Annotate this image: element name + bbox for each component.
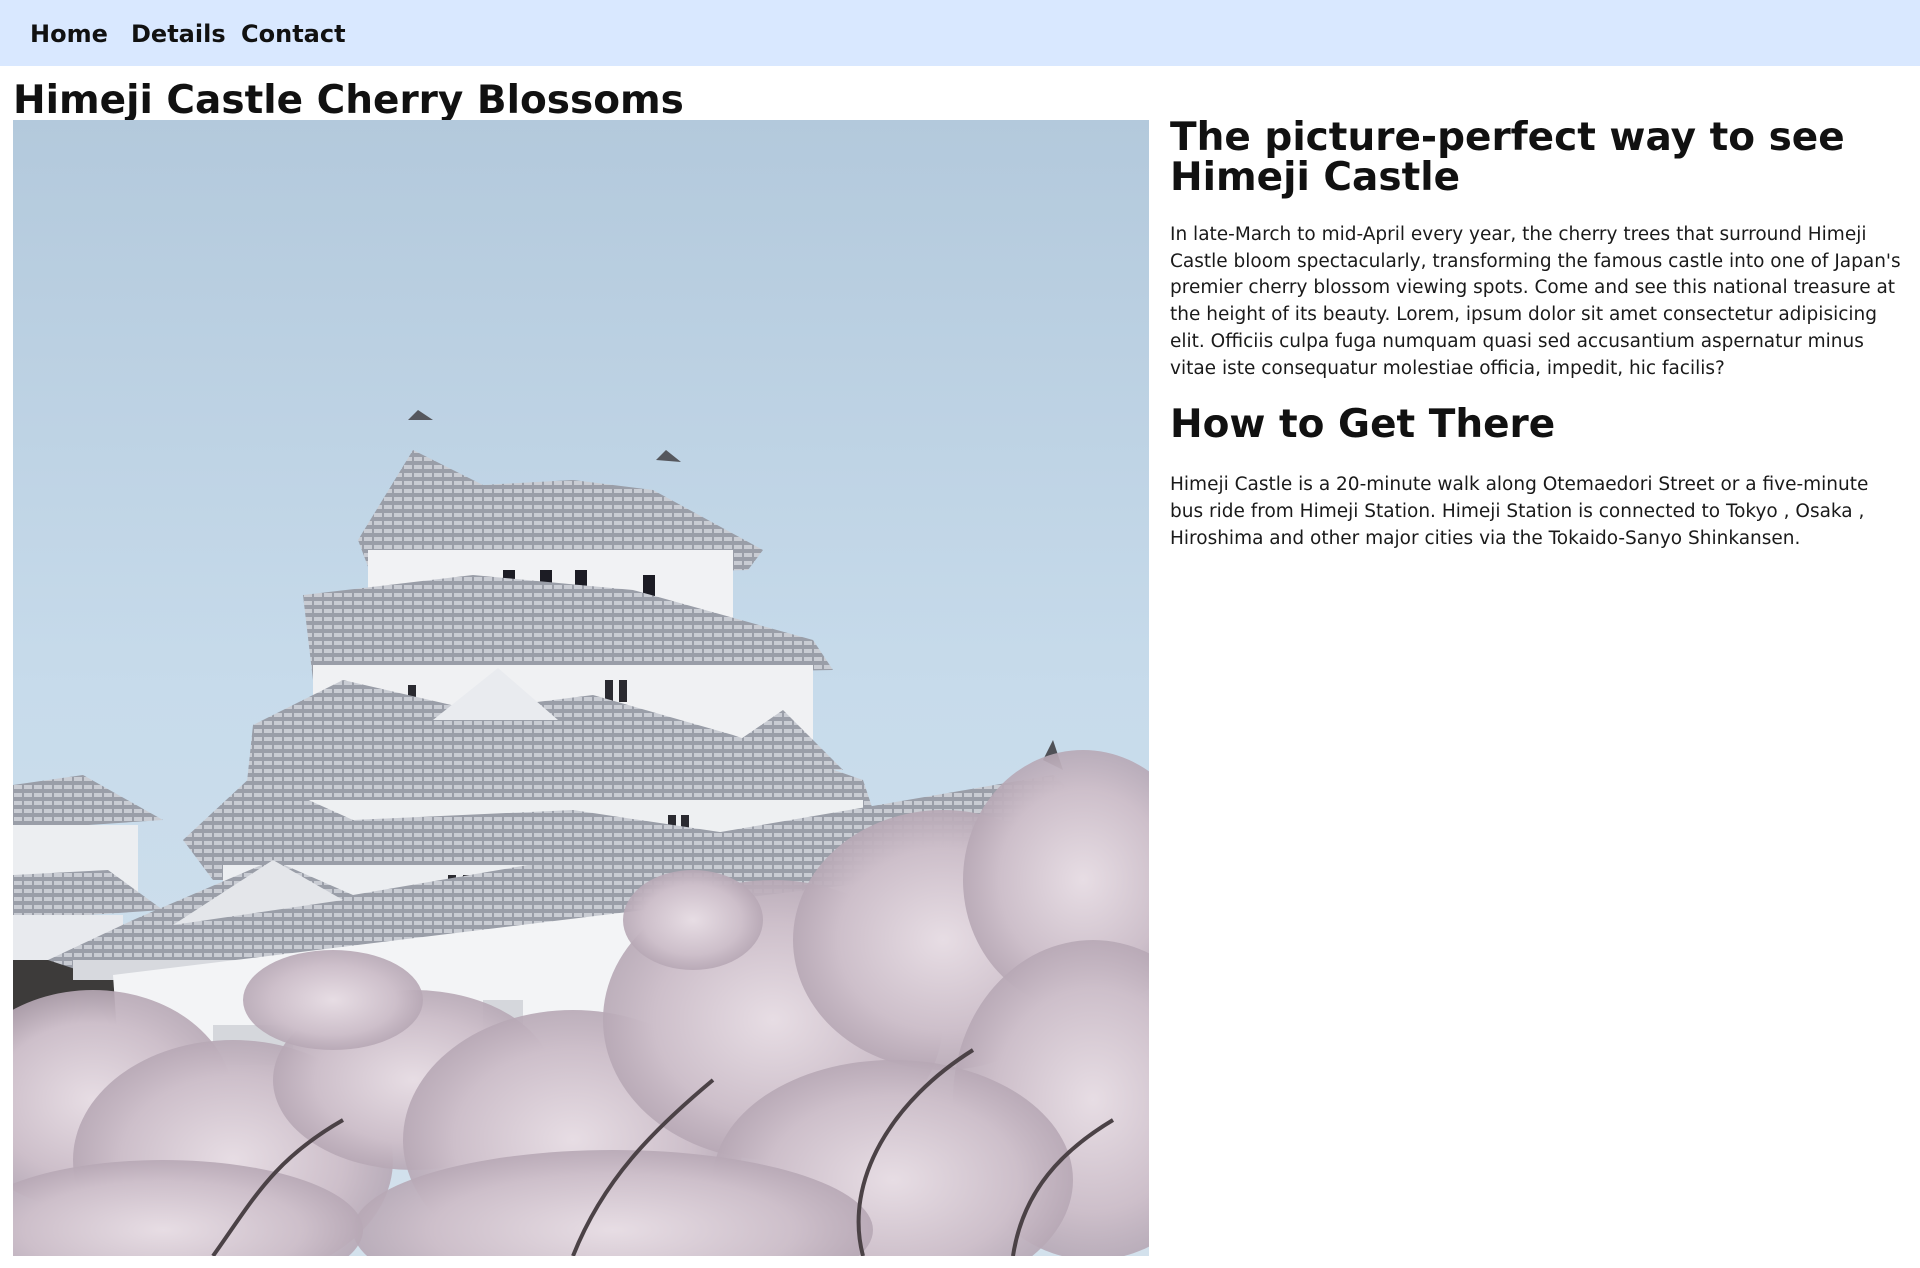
nav-details-link[interactable]: Details [131, 18, 226, 50]
nav-home-link[interactable]: Home [30, 18, 108, 50]
article-intro: In late-March to mid-April every year, t… [1170, 224, 1901, 379]
hero-image [13, 120, 1149, 1256]
article-heading: The picture-perfect way to see Himeji Ca… [1170, 115, 1845, 200]
article: The picture-perfect way to see Himeji Ca… [1170, 118, 1902, 552]
castle-illustration [13, 120, 1149, 1256]
top-nav: Home Details Contact [0, 0, 1920, 66]
directions-text: Himeji Castle is a 20-minute walk along … [1170, 474, 1869, 549]
directions-heading: How to Get There [1170, 402, 1556, 448]
page-title: Himeji Castle Cherry Blossoms [13, 78, 684, 120]
nav-contact-link[interactable]: Contact [241, 18, 346, 50]
